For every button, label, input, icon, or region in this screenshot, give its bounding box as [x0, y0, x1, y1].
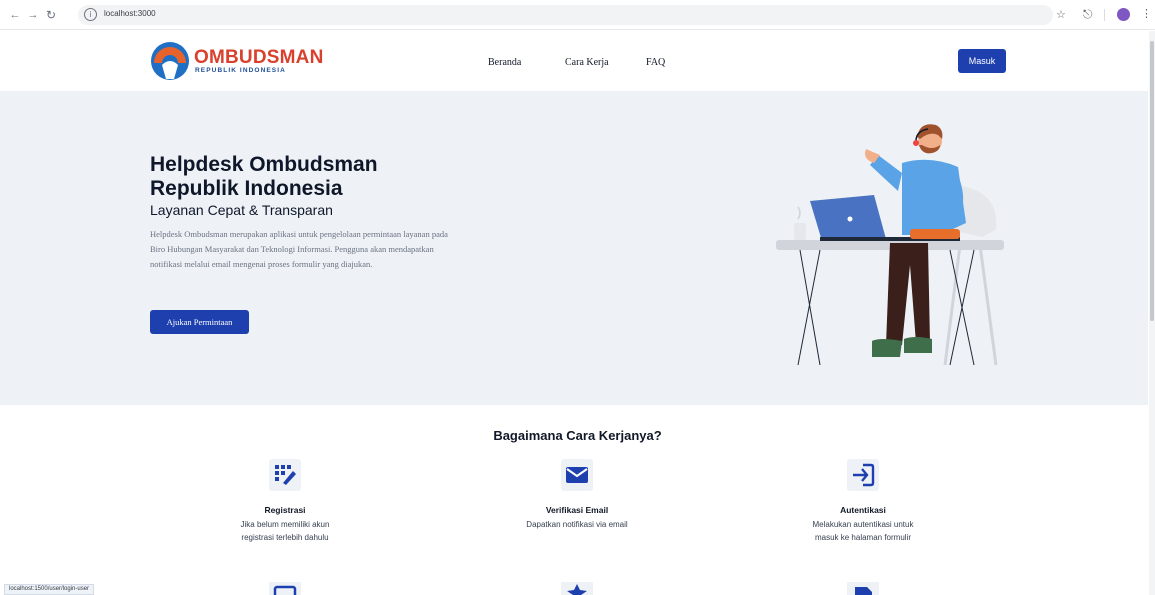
- document-icon: [847, 582, 879, 595]
- address-url[interactable]: localhost:3000: [104, 9, 156, 18]
- login-icon: [847, 459, 879, 491]
- submit-request-button[interactable]: Ajukan Permintaan: [150, 310, 249, 334]
- logo-subtitle: REPUBLIK INDONESIA: [195, 67, 286, 74]
- reload-icon[interactable]: ↻: [44, 8, 58, 22]
- mail-icon: [561, 459, 593, 491]
- hero-title: Helpdesk Ombudsman Republik Indonesia: [150, 153, 378, 200]
- back-icon[interactable]: ←: [8, 8, 22, 22]
- registration-icon: [269, 459, 301, 491]
- step-verify-email: Verifikasi Email Dapatkan notifikasi via…: [512, 459, 642, 531]
- hero-description: Helpdesk Ombudsman merupakan aplikasi un…: [150, 229, 448, 269]
- menu-icon[interactable]: ⋮: [1141, 7, 1152, 20]
- step-title: Autentikasi: [840, 505, 886, 515]
- how-it-works-title: Bagaimana Cara Kerjanya?: [493, 428, 662, 443]
- form-icon: [269, 582, 301, 595]
- step-authentication: Autentikasi Melakukan autentikasi untuk …: [798, 459, 928, 544]
- forward-icon[interactable]: →: [26, 8, 40, 22]
- login-button[interactable]: Masuk: [958, 49, 1006, 73]
- review-icon: [561, 582, 593, 595]
- step-description: Jika belum memiliki akun registrasi terl…: [240, 520, 330, 542]
- step-description: Dapatkan notifikasi via email: [526, 520, 628, 529]
- step-description: Melakukan autentikasi untuk masuk ke hal…: [812, 520, 914, 542]
- site-header: OMBUDSMAN REPUBLIK INDONESIA Beranda Car…: [0, 31, 1148, 91]
- nav-cara-kerja[interactable]: Cara Kerja: [565, 57, 609, 68]
- hero-subtitle: Layanan Cepat & Transparan: [150, 202, 333, 218]
- nav-faq[interactable]: FAQ: [646, 57, 665, 68]
- logo-wordmark: OMBUDSMAN: [194, 47, 324, 68]
- step-registration: Registrasi Jika belum memiliki akun regi…: [220, 459, 350, 544]
- step-title: Verifikasi Email: [545, 505, 609, 515]
- star-icon[interactable]: ☆: [1056, 8, 1066, 21]
- info-icon[interactable]: i: [84, 8, 97, 21]
- ombudsman-logo-icon: [151, 42, 189, 80]
- status-bar-url: localhost:1500/user/login-user: [4, 584, 95, 595]
- extensions-icon[interactable]: ⎋: [1083, 7, 1093, 22]
- profile-icon[interactable]: [1117, 8, 1130, 21]
- hero-section: Helpdesk Ombudsman Republik Indonesia La…: [0, 91, 1148, 405]
- scrollbar-thumb[interactable]: [1150, 41, 1154, 321]
- nav-beranda[interactable]: Beranda: [488, 57, 521, 68]
- browser-toolbar: ← → ↻ i localhost:3000 ☆ ⎋ ⋮: [0, 0, 1155, 30]
- helpdesk-illustration: [776, 124, 1004, 366]
- step-title: Registrasi: [264, 505, 306, 515]
- page-scrollbar[interactable]: [1149, 31, 1155, 595]
- logo[interactable]: OMBUDSMAN REPUBLIK INDONESIA: [150, 41, 323, 81]
- toolbar-separator: [1104, 9, 1105, 21]
- address-bar[interactable]: i localhost:3000: [78, 5, 1053, 25]
